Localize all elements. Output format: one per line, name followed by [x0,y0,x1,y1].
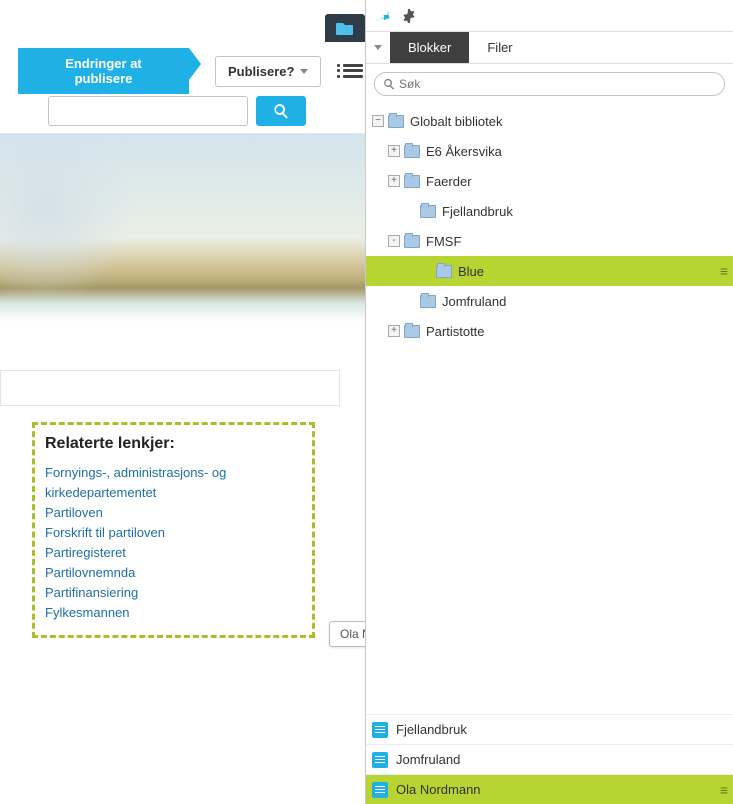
tree-label: Fjellandbruk [442,204,513,219]
left-header: Endringer at publisere Publisere? [0,0,365,134]
folder-icon [404,235,420,248]
toolbar-row-2 [48,96,306,126]
pin-icon [376,9,390,23]
related-link[interactable]: Fornyings-, administrasjons- og kirkedep… [45,463,302,503]
folder-icon [336,21,354,35]
search-icon [273,103,289,119]
expander-spacer [404,205,416,217]
tree-label: E6 Åkersvika [426,144,502,159]
tab-files[interactable]: Filer [469,32,530,63]
folder-icon [420,205,436,218]
block-icon [372,752,388,768]
bottom-item-ola[interactable]: Ola Nordmann ≡ [366,774,733,804]
tree-root[interactable]: − Globalt bibliotek [366,106,733,136]
tabs-dropdown[interactable] [366,32,390,63]
gear-icon [402,9,416,23]
right-toolbar [366,0,733,32]
publish-changes-button[interactable]: Endringer at publisere [18,48,189,94]
right-search-wrap[interactable] [374,72,725,96]
chevron-down-icon [300,69,308,74]
tree-item-fmsf[interactable]: - FMSF [366,226,733,256]
expander-icon[interactable]: - [388,235,400,247]
expander-icon[interactable]: − [372,115,384,127]
drag-handle-icon[interactable]: ≡ [720,263,727,279]
expander-icon[interactable]: + [388,175,400,187]
left-pane: Endringer at publisere Publisere? Relate… [0,0,365,804]
block-icon [372,722,388,738]
bottom-item-label: Fjellandbruk [396,722,467,737]
content-placeholder[interactable] [0,370,340,406]
list-view-button[interactable] [341,59,365,83]
related-link[interactable]: Partifinansiering [45,583,302,603]
related-link[interactable]: Partilovnemnda [45,563,302,583]
block-icon [372,782,388,798]
publish-dropdown[interactable]: Publisere? [215,56,321,87]
tree-item-partistotte[interactable]: + Partistotte [366,316,733,346]
bottom-item-fjellandbruk[interactable]: Fjellandbruk [366,714,733,744]
related-link[interactable]: Partiregisteret [45,543,302,563]
tab-blocks[interactable]: Blokker [390,32,469,63]
tree-item-jomfruland[interactable]: Jomfruland [366,286,733,316]
pin-button[interactable] [370,3,396,29]
toolbar-row-1: Endringer at publisere Publisere? [18,48,365,94]
bottom-item-label: Ola Nordmann [396,782,481,797]
expander-spacer [404,295,416,307]
folder-icon [420,295,436,308]
tree-label: Jomfruland [442,294,506,309]
right-tabs: Blokker Filer [366,32,733,64]
folder-icon [404,145,420,158]
expander-icon[interactable]: + [388,325,400,337]
search-icon [383,78,395,90]
folder-icon [404,175,420,188]
related-links-title: Relaterte lenkjer: [45,435,302,453]
tree-label: FMSF [426,234,461,249]
folder-icon [404,325,420,338]
publish-dropdown-label: Publisere? [228,64,294,79]
tree-item-e6[interactable]: + E6 Åkersvika [366,136,733,166]
tree-item-blue[interactable]: Blue ≡ [366,256,733,286]
expander-spacer [420,265,432,277]
tree-item-faerder[interactable]: + Faerder [366,166,733,196]
tree-item-fjellandbruk[interactable]: Fjellandbruk [366,196,733,226]
tree-label: Faerder [426,174,472,189]
tree-label: Blue [458,264,484,279]
bottom-item-label: Jomfruland [396,752,460,767]
page-search-button[interactable] [256,96,306,126]
settings-button[interactable] [396,3,422,29]
related-link[interactable]: Fylkesmannen [45,603,302,623]
right-pane: Blokker Filer − Globalt bibliotek + E6 Å… [365,0,733,804]
assets-folder-tab[interactable] [325,14,365,42]
folder-icon [388,115,404,128]
bottom-list: Fjellandbruk Jomfruland Ola Nordmann ≡ [366,714,733,804]
right-search-row [366,64,733,104]
related-link[interactable]: Partiloven [45,503,302,523]
tree-label: Globalt bibliotek [410,114,503,129]
bottom-item-jomfruland[interactable]: Jomfruland [366,744,733,774]
folder-icon [436,265,452,278]
related-link[interactable]: Forskrift til partiloven [45,523,302,543]
hero-overlay [0,134,150,322]
page-search-input[interactable] [48,96,248,126]
drag-handle-icon[interactable]: ≡ [720,782,727,798]
folder-tree: − Globalt bibliotek + E6 Åkersvika + Fae… [366,104,733,346]
chevron-down-icon [374,45,382,50]
tree-label: Partistotte [426,324,485,339]
right-search-input[interactable] [399,77,716,91]
expander-icon[interactable]: + [388,145,400,157]
related-links-block[interactable]: Relaterte lenkjer: Fornyings-, administr… [32,422,315,638]
